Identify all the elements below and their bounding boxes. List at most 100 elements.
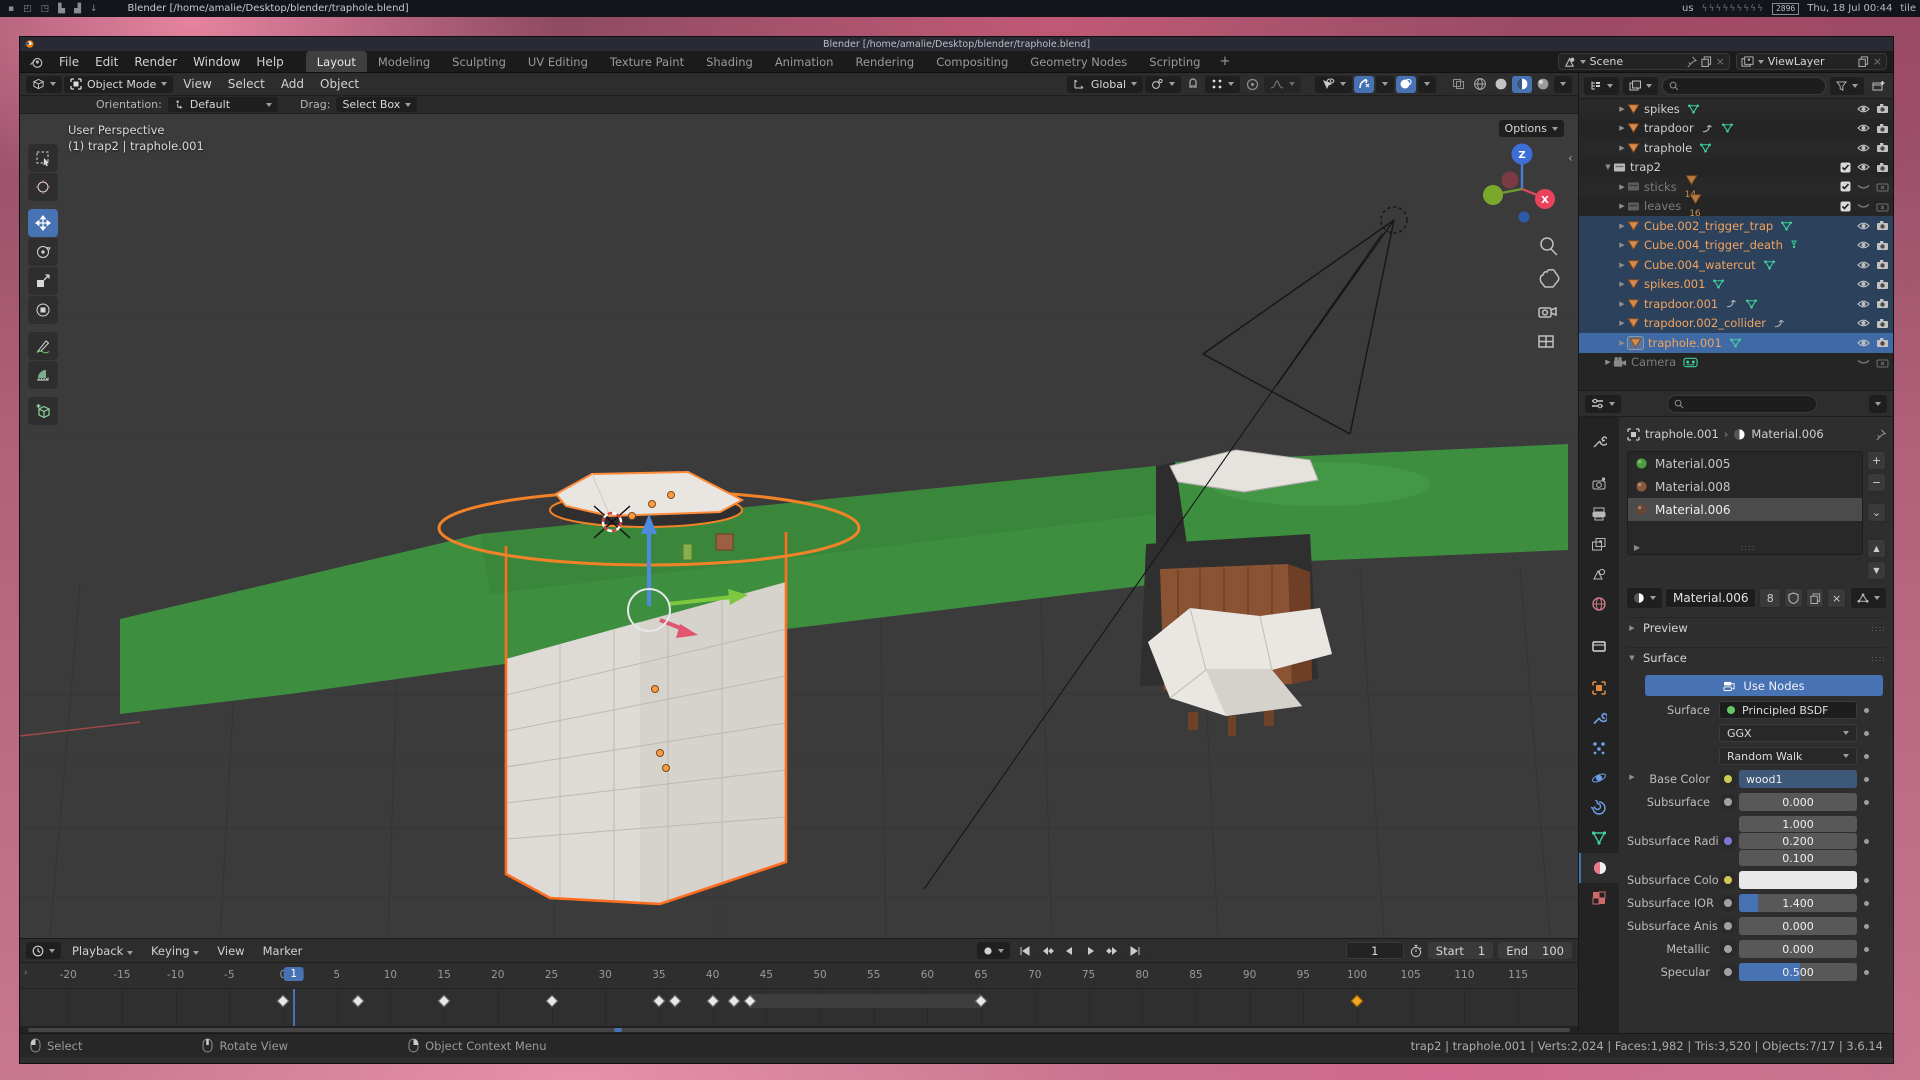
- expand-icon[interactable]: ▶: [1617, 124, 1627, 132]
- keyframe-0[interactable]: [277, 995, 290, 1008]
- add-slot-button[interactable]: +: [1867, 451, 1886, 470]
- expand-icon[interactable]: ▶: [1617, 300, 1627, 308]
- timeline-menu-marker[interactable]: Marker: [255, 942, 311, 960]
- app-icon[interactable]: ▙: [58, 4, 65, 14]
- list-grip[interactable]: ::::: [1741, 543, 1756, 552]
- keyframe-35[interactable]: [653, 995, 666, 1008]
- outliner-display-mode[interactable]: [1623, 77, 1658, 95]
- menu-edit[interactable]: Edit: [87, 53, 126, 71]
- expand-icon[interactable]: ▶: [1617, 241, 1627, 249]
- taskbar-window-title[interactable]: Blender [/home/amalie/Desktop/blender/tr…: [128, 3, 409, 14]
- workspace-tab-shading[interactable]: Shading: [695, 51, 764, 72]
- scene-selector[interactable]: Scene ×: [1558, 53, 1730, 70]
- menu-window[interactable]: Window: [185, 53, 248, 71]
- scrollbar-handle[interactable]: [28, 1028, 1570, 1032]
- add-workspace-button[interactable]: +: [1211, 54, 1238, 69]
- move-slot-down-button[interactable]: ▼: [1867, 561, 1886, 580]
- overlays-dropdown[interactable]: [1418, 76, 1436, 93]
- timeline-playhead[interactable]: [293, 989, 295, 1026]
- timeline-menu-playback[interactable]: Playback: [64, 942, 141, 960]
- viewport-menu-add[interactable]: Add: [273, 75, 312, 93]
- outliner-item-name[interactable]: sticks: [1644, 180, 1677, 194]
- green-box-object[interactable]: [683, 544, 692, 560]
- nodetree-dropdown[interactable]: [1851, 588, 1886, 608]
- outliner-row-spikes[interactable]: ▶spikes: [1579, 99, 1893, 119]
- hide-viewport-icon[interactable]: [1857, 338, 1870, 348]
- shading-material-button[interactable]: [1512, 76, 1532, 93]
- hide-viewport-icon[interactable]: [1857, 221, 1870, 231]
- proportional-falloff-dropdown[interactable]: [1264, 76, 1301, 93]
- breadcrumb-material[interactable]: Material.006: [1751, 427, 1823, 441]
- hidden-viewport-icon[interactable]: [1857, 182, 1870, 192]
- collapse-icon[interactable]: ▼: [1603, 163, 1613, 171]
- remove-slot-button[interactable]: −: [1867, 473, 1886, 492]
- overlays-toggle[interactable]: [1396, 76, 1416, 93]
- expand-icon[interactable]: ▶: [1617, 319, 1627, 327]
- outliner-row-spikes.001[interactable]: ▶spikes.001: [1579, 275, 1893, 295]
- animate-property-dot[interactable]: [1864, 901, 1869, 906]
- brown-box-object[interactable]: [716, 534, 733, 550]
- material-slot-Material.005[interactable]: Material.005: [1628, 452, 1862, 475]
- outliner-filter-dropdown[interactable]: [1830, 77, 1864, 95]
- next-keyframe-button[interactable]: [1103, 942, 1124, 959]
- keyframe-36.5[interactable]: [669, 995, 682, 1008]
- expand-icon[interactable]: ▶: [1617, 144, 1627, 152]
- browse-material-button[interactable]: [1627, 588, 1662, 608]
- outliner-item-name[interactable]: trapdoor.002_collider: [1644, 316, 1766, 330]
- base-color-field[interactable]: wood1: [1739, 770, 1857, 788]
- outliner-row-trapdoor.002_collider[interactable]: ▶ trapdoor.002_collider: [1579, 314, 1893, 334]
- tool-add-cube[interactable]: [28, 397, 58, 425]
- outliner-item-name[interactable]: trapdoor: [1644, 121, 1694, 135]
- properties-search-input[interactable]: [1667, 395, 1817, 413]
- window-titlebar[interactable]: Blender [/home/amalie/Desktop/blender/tr…: [20, 37, 1893, 51]
- app-icon[interactable]: ▪: [8, 4, 14, 14]
- hide-viewport-icon[interactable]: [1857, 279, 1870, 289]
- outliner-item-name[interactable]: traphole: [1644, 141, 1692, 155]
- properties-tab-texture[interactable]: [1579, 883, 1619, 913]
- surface-panel-header[interactable]: ▼ Surface ::::: [1627, 647, 1886, 668]
- outliner-item-name[interactable]: Cube.002_trigger_trap: [1644, 219, 1773, 233]
- jump-to-start-button[interactable]: [1015, 942, 1036, 959]
- wm-layout-mode[interactable]: tile: [1900, 3, 1916, 14]
- proportional-editing-toggle[interactable]: [1242, 76, 1262, 93]
- animate-property-dot[interactable]: [1864, 970, 1869, 975]
- subsurface-color-swatch[interactable]: [1739, 871, 1857, 889]
- material-users-button[interactable]: 8: [1759, 588, 1781, 608]
- taskbar-launcher-icons[interactable]: ▪ ◰ ◳ ▙ ▟ ↓: [8, 4, 98, 14]
- outliner-item-name[interactable]: Cube.004_trigger_death: [1644, 238, 1783, 252]
- viewport-menu-view[interactable]: View: [175, 75, 219, 93]
- disable-render-icon[interactable]: [1876, 123, 1889, 134]
- outliner-row-leaves[interactable]: ▶leaves16: [1579, 197, 1893, 217]
- blender-menu-logo-icon[interactable]: [29, 55, 44, 69]
- orientation-setting-dropdown[interactable]: Default: [168, 97, 278, 112]
- outliner-item-name[interactable]: leaves: [1644, 199, 1681, 213]
- new-viewlayer-icon[interactable]: [1858, 56, 1869, 67]
- mode-dropdown[interactable]: Object Mode: [64, 76, 173, 93]
- app-icon[interactable]: ▟: [74, 4, 81, 14]
- outliner-row-trapdoor.001[interactable]: ▶trapdoor.001: [1579, 294, 1893, 314]
- expand-icon[interactable]: ▶: [1617, 280, 1627, 288]
- disable-render-icon[interactable]: [1876, 220, 1889, 231]
- timeline-editor-type-button[interactable]: [26, 942, 61, 959]
- animate-property-dot[interactable]: [1864, 754, 1869, 759]
- workspace-tab-geometry-nodes[interactable]: Geometry Nodes: [1019, 51, 1138, 72]
- region-toggle-chevron[interactable]: ‹: [1568, 151, 1573, 165]
- keyframe-40[interactable]: [706, 995, 719, 1008]
- download-icon[interactable]: ↓: [90, 4, 98, 14]
- viewlayer-name[interactable]: ViewLayer: [1768, 55, 1854, 68]
- timeline-track[interactable]: [20, 989, 1578, 1026]
- hide-viewport-icon[interactable]: [1857, 299, 1870, 309]
- animate-property-dot[interactable]: [1864, 800, 1869, 805]
- tool-move[interactable]: [28, 209, 58, 237]
- workspace-tab-compositing[interactable]: Compositing: [925, 51, 1019, 72]
- snap-toggle[interactable]: [1183, 76, 1203, 93]
- preview-panel-header[interactable]: ▶ Preview ::::: [1627, 617, 1886, 638]
- xray-toggle[interactable]: [1448, 76, 1468, 93]
- editor-type-button[interactable]: [26, 76, 62, 93]
- show-gizmo-dropdown[interactable]: [1315, 76, 1352, 93]
- animate-property-dot[interactable]: [1864, 839, 1869, 844]
- disable-render-icon[interactable]: [1876, 103, 1889, 114]
- shading-rendered-button[interactable]: [1533, 76, 1553, 93]
- menu-file[interactable]: File: [51, 53, 87, 71]
- start-frame-field[interactable]: Start 1: [1428, 942, 1493, 959]
